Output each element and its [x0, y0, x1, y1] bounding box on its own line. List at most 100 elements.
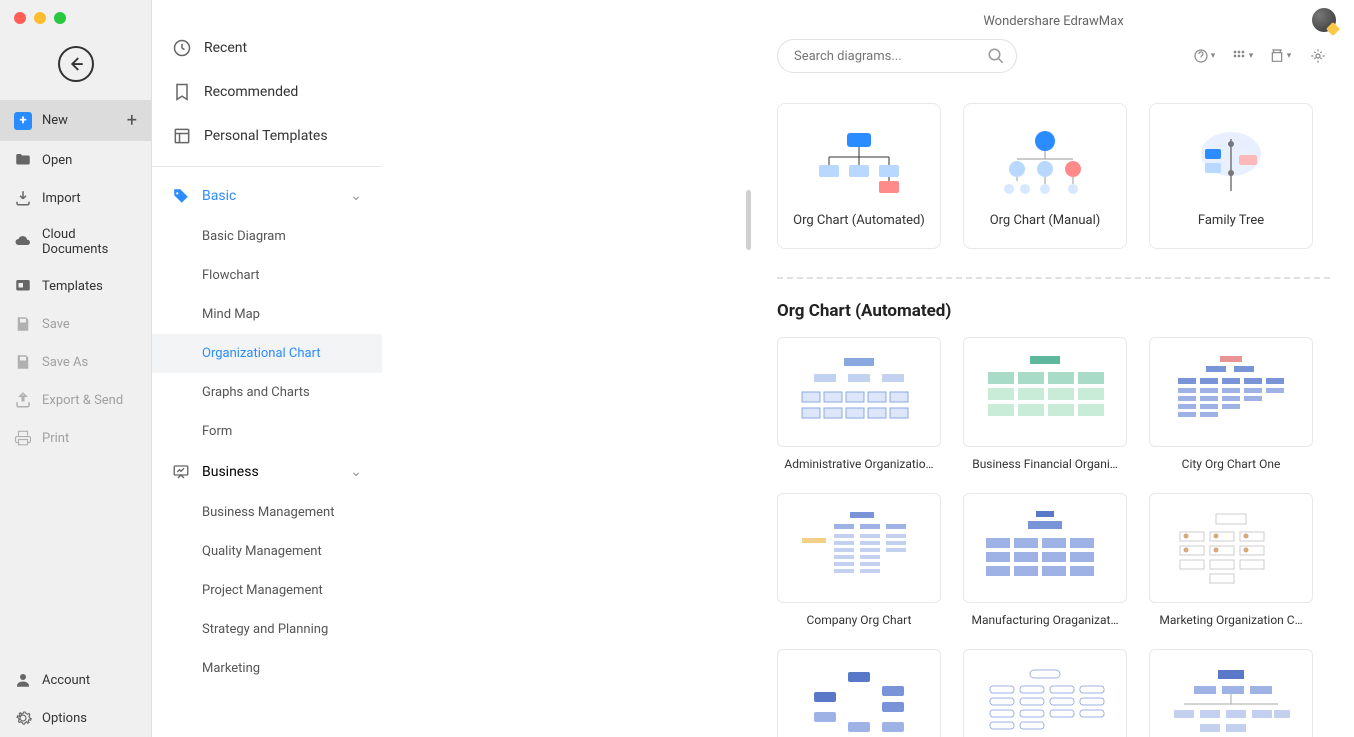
subcat-mind-map[interactable]: Mind Map [152, 295, 382, 334]
card-label: Family Tree [1198, 213, 1264, 228]
divider [152, 166, 382, 167]
subcat-graphs-and-charts[interactable]: Graphs and Charts [152, 373, 382, 412]
nav-label: Import [42, 191, 81, 206]
bookmark-icon [172, 82, 192, 102]
template-item[interactable]: City Org Chart One [1149, 337, 1313, 471]
content: Org Chart (Automated) Org Chart (Manual)… [753, 87, 1354, 737]
card-label: Org Chart (Automated) [793, 213, 925, 228]
template-item[interactable]: School Organization chart [1149, 649, 1313, 737]
sidebar-recommended[interactable]: Recommended [152, 70, 382, 114]
share-button[interactable]: ▾ [1268, 44, 1292, 68]
category-sidebar: Recent Recommended Personal Templates Ba… [152, 0, 382, 688]
print-icon [14, 429, 32, 447]
category-basic[interactable]: Basic ⌄ [152, 175, 382, 217]
nav-label: Account [42, 673, 90, 688]
subcat-form[interactable]: Form [152, 412, 382, 451]
template-item[interactable]: Manufacturing Oraganizat… [963, 493, 1127, 627]
nav-label: New [42, 113, 68, 128]
clock-icon [172, 38, 192, 58]
section-title: Org Chart (Automated) [777, 301, 1330, 321]
sidebar-label: Personal Templates [204, 128, 328, 144]
nav-label: Export & Send [42, 393, 123, 408]
thumbnail-icon [985, 125, 1105, 203]
chevron-down-icon: ⌄ [350, 188, 362, 204]
nav-cloud-documents[interactable]: Cloud Documents [0, 217, 151, 267]
subcat-strategy-planning[interactable]: Strategy and Planning [152, 610, 382, 649]
help-button[interactable]: ▾ [1192, 44, 1216, 68]
apps-button[interactable]: ▾ [1230, 44, 1254, 68]
card-label: Org Chart (Manual) [990, 213, 1101, 228]
card-family-tree[interactable]: Family Tree [1149, 103, 1313, 249]
search-box [777, 39, 1017, 73]
avatar[interactable] [1312, 8, 1336, 32]
scrollbar-thumb[interactable] [746, 190, 751, 250]
feature-cards: Org Chart (Automated) Org Chart (Manual)… [777, 103, 1330, 249]
search-input[interactable] [777, 39, 1017, 73]
primary-sidebar: + New + Open Import Cloud Documents Temp… [0, 0, 152, 737]
category-label: Business [202, 464, 259, 480]
nav-new[interactable]: + New + [0, 100, 151, 141]
import-icon [14, 189, 32, 207]
card-org-chart-manual[interactable]: Org Chart (Manual) [963, 103, 1127, 249]
cloud-icon [14, 233, 32, 251]
export-icon [14, 391, 32, 409]
template-preview [1149, 493, 1313, 603]
settings-button[interactable] [1306, 44, 1330, 68]
gear-icon [14, 709, 32, 727]
search-icon[interactable] [987, 47, 1005, 69]
nav-print: Print [0, 419, 151, 457]
template-preview [1149, 649, 1313, 737]
save-as-icon [14, 353, 32, 371]
templates-icon [14, 277, 32, 295]
minimize-window-icon[interactable] [34, 12, 46, 24]
main-area: Wondershare EdrawMax ▾ ▾ ▾ Org Chart (Au… [753, 0, 1354, 737]
template-item[interactable]: Administrative Organizatio… [777, 337, 941, 471]
nav-save-as: Save As [0, 343, 151, 381]
tag-icon [172, 187, 190, 205]
subcat-organizational-chart[interactable]: Organizational Chart [152, 334, 382, 373]
template-preview [963, 337, 1127, 447]
template-preview [1149, 337, 1313, 447]
subcat-quality-management[interactable]: Quality Management [152, 532, 382, 571]
template-item[interactable]: Organization Chart of Sal… [777, 649, 941, 737]
toolbar: ▾ ▾ ▾ [753, 39, 1354, 87]
plus-icon: + [14, 112, 32, 130]
nav-label: Options [42, 711, 87, 726]
user-icon [14, 671, 32, 689]
template-item[interactable]: Sales organization chart [963, 649, 1127, 737]
nav-templates[interactable]: Templates [0, 267, 151, 305]
template-preview [777, 493, 941, 603]
template-name: Manufacturing Oraganizat… [963, 603, 1127, 627]
template-name: City Org Chart One [1149, 447, 1313, 471]
add-icon[interactable]: + [127, 110, 137, 131]
nav-label: Cloud Documents [42, 227, 137, 257]
nav-label: Open [42, 153, 72, 168]
close-window-icon[interactable] [14, 12, 26, 24]
section-divider [777, 277, 1330, 279]
nav-save: Save [0, 305, 151, 343]
template-grid: Administrative Organizatio… Business Fin… [777, 337, 1330, 737]
template-item[interactable]: Company Org Chart [777, 493, 941, 627]
template-name: Administrative Organizatio… [777, 447, 941, 471]
titlebar: Wondershare EdrawMax [753, 0, 1354, 39]
window-controls [0, 0, 151, 36]
nav-open[interactable]: Open [0, 141, 151, 179]
folder-icon [14, 151, 32, 169]
card-org-chart-automated[interactable]: Org Chart (Automated) [777, 103, 941, 249]
template-item[interactable]: Business Financial Organi… [963, 337, 1127, 471]
back-button[interactable] [58, 46, 94, 82]
template-item[interactable]: Marketing Organization C… [1149, 493, 1313, 627]
subcat-basic-diagram[interactable]: Basic Diagram [152, 217, 382, 256]
maximize-window-icon[interactable] [54, 12, 66, 24]
subcat-flowchart[interactable]: Flowchart [152, 256, 382, 295]
sidebar-recent[interactable]: Recent [152, 26, 382, 70]
subcat-business-management[interactable]: Business Management [152, 493, 382, 532]
subcat-marketing[interactable]: Marketing [152, 649, 382, 688]
nav-options[interactable]: Options [0, 699, 151, 737]
nav-import[interactable]: Import [0, 179, 151, 217]
nav-account[interactable]: Account [0, 661, 151, 699]
sidebar-personal-templates[interactable]: Personal Templates [152, 114, 382, 158]
category-business[interactable]: Business ⌄ [152, 451, 382, 493]
template-preview [963, 493, 1127, 603]
subcat-project-management[interactable]: Project Management [152, 571, 382, 610]
